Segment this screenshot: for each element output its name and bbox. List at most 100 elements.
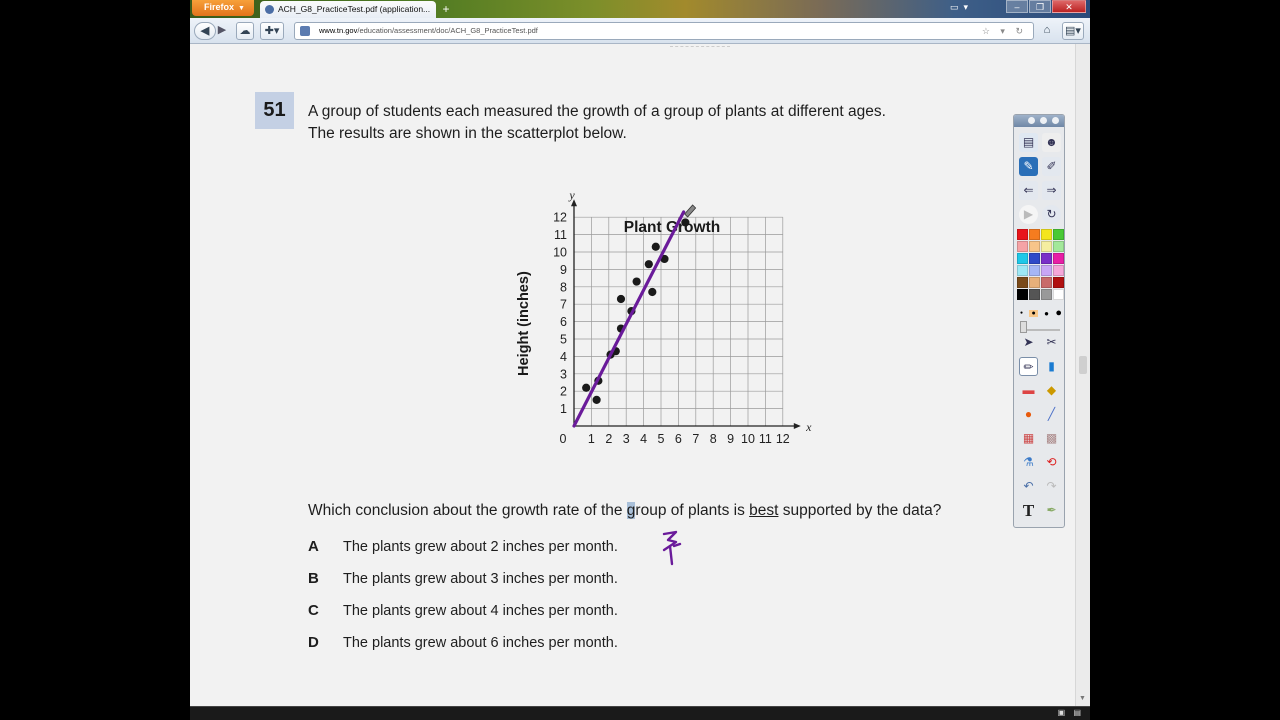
scrollbar-thumb[interactable] [1079,356,1087,374]
answer-choice-d[interactable]: D The plants grew about 6 inches per mont… [308,634,618,651]
color-swatch[interactable] [1053,277,1064,288]
slider-knob[interactable] [1020,321,1027,333]
opacity-slider[interactable] [1020,321,1060,333]
tab-pdf[interactable]: ACH_G8_PracticeTest.pdf (application... [260,1,436,18]
answer-choice-c[interactable]: C The plants grew about 4 inches per mont… [308,602,618,619]
paint-icon[interactable]: ▩ [1042,429,1061,448]
addon-button[interactable]: ✚▾ [260,22,284,40]
flask-icon[interactable]: ⚗ [1019,453,1038,472]
choice-letter: D [308,634,319,651]
line-icon[interactable]: ╱ [1042,405,1061,424]
edit-icon[interactable]: ✐ [1042,157,1061,176]
navigation-bar: ◀ ▶ ☁ ✚▾ www.tn.gov/education/assessment… [190,18,1090,44]
url-bar[interactable]: www.tn.gov/education/assessment/doc/ACH_… [294,22,1034,40]
color-swatch[interactable] [1053,253,1064,264]
refresh-icon[interactable]: ↻ [1042,205,1061,224]
color-swatch[interactable] [1041,253,1052,264]
brush-size-tiny-icon[interactable]: ● [1020,310,1023,316]
answer-choice-a[interactable]: A The plants grew about 2 inches per mont… [308,538,618,555]
site-identity-icon[interactable] [300,26,310,36]
data-point [582,383,591,392]
question-text-line2: The results are shown in the scatterplot… [308,125,627,142]
question-number: 51 [255,92,294,129]
note-icon[interactable]: ▤ [1019,133,1038,152]
vertical-scrollbar[interactable]: ▼ [1075,44,1090,706]
redo-icon[interactable]: ↷ [1042,477,1061,496]
pointer-icon[interactable]: ➤ [1019,333,1038,352]
color-swatch[interactable] [1053,241,1064,252]
color-swatch[interactable] [1017,265,1028,276]
maximize-icon[interactable]: ❐ [1029,0,1051,13]
stamp-icon[interactable]: ☻ [1042,133,1061,152]
toolbar-settings-icon[interactable] [1040,117,1047,124]
scroll-down-icon[interactable]: ▼ [1079,695,1086,702]
color-swatch[interactable] [1041,277,1052,288]
color-swatch[interactable] [1017,289,1028,300]
signature-icon[interactable]: ✎ [1019,157,1038,176]
forward-button[interactable]: ▶ [214,22,230,40]
menu-button[interactable]: ▤▾ [1062,22,1084,40]
tab-list-icon[interactable]: ▭ ▾ [950,2,968,13]
play-icon[interactable]: ▶ [1019,205,1038,224]
clipboard-icon[interactable]: ▦ [1019,429,1038,448]
next-icon[interactable]: ⇒ [1042,181,1061,200]
undo-icon[interactable]: ↶ [1019,477,1038,496]
conclusion-question: Which conclusion about the growth rate o… [308,502,941,520]
color-swatch[interactable] [1041,265,1052,276]
x-tick-label: 12 [776,432,790,446]
firefox-button-label: Firefox [204,2,235,12]
fill-icon[interactable]: ◆ [1042,381,1061,400]
sync-button[interactable]: ☁ [236,22,254,40]
x-tick-label: 3 [623,432,630,446]
new-tab-button[interactable]: + [438,2,454,16]
color-swatch[interactable] [1053,265,1064,276]
text-icon[interactable]: T [1019,501,1038,520]
previous-icon[interactable]: ⇐ [1019,181,1038,200]
color-swatch[interactable] [1041,241,1052,252]
home-icon[interactable]: ⌂ [1038,22,1056,40]
x-tick-label: 11 [759,432,772,446]
x-tick-label: 5 [658,432,665,446]
reset-icon[interactable]: ⟲ [1042,453,1061,472]
brush-size-small-icon[interactable]: ● [1029,309,1038,317]
highlighter-icon[interactable]: ▮ [1042,357,1061,376]
data-point [651,242,660,251]
firefox-menu-button[interactable]: Firefox ▼ [192,0,254,16]
tools-icon[interactable]: ✂ [1042,333,1061,352]
minimize-icon[interactable]: – [1006,0,1028,13]
color-swatch[interactable] [1029,241,1040,252]
color-swatch[interactable] [1029,229,1040,240]
color-swatch[interactable] [1053,289,1064,300]
color-swatch[interactable] [1041,289,1052,300]
add-on-bar: ▣ ▤ [190,706,1090,720]
y-tick-label: 4 [560,350,567,364]
color-swatch[interactable] [1017,277,1028,288]
answer-choice-b[interactable]: B The plants grew about 3 inches per mont… [308,570,618,587]
color-swatch[interactable] [1029,253,1040,264]
close-icon[interactable]: ✕ [1052,0,1086,13]
color-swatch[interactable] [1029,289,1040,300]
bookmark-star-icon[interactable]: ☆ ▾ ↻ [982,23,1027,39]
status-icons[interactable]: ▣ ▤ [1058,708,1084,717]
pen-icon[interactable]: ✒ [1042,501,1061,520]
color-swatch[interactable] [1017,253,1028,264]
y-axis-letter: y [568,188,575,202]
eraser-icon[interactable]: ▬ [1019,381,1038,400]
back-button[interactable]: ◀ [194,22,216,40]
brush-size-row: ● ● ● ● [1020,307,1062,319]
color-swatch[interactable] [1029,277,1040,288]
color-swatch[interactable] [1053,229,1064,240]
toolbar-close-icon[interactable] [1052,117,1059,124]
color-swatch[interactable] [1017,229,1028,240]
pencil-icon[interactable]: ✏ [1019,357,1038,376]
color-swatch[interactable] [1017,241,1028,252]
y-tick-label: 5 [560,333,567,347]
x-tick-label: 7 [692,432,699,446]
brush-size-medium-icon[interactable]: ● [1044,309,1049,318]
shape-icon[interactable]: ● [1019,405,1038,424]
color-swatch[interactable] [1041,229,1052,240]
brush-size-large-icon[interactable]: ● [1055,307,1062,319]
toolbar-header[interactable] [1014,115,1064,127]
color-swatch[interactable] [1029,265,1040,276]
toolbar-minimize-icon[interactable] [1028,117,1035,124]
